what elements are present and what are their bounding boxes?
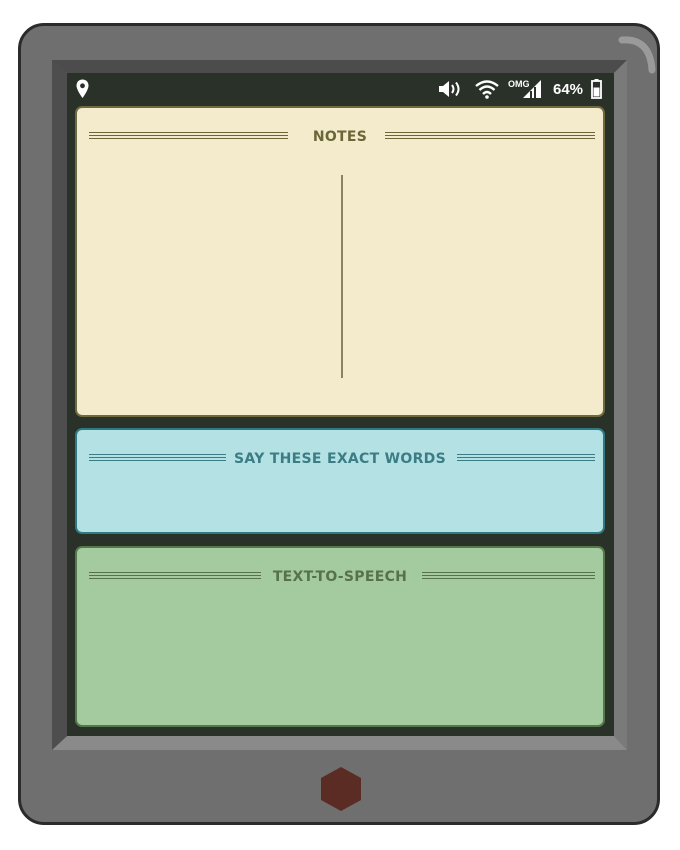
header-rule-right	[422, 572, 595, 579]
text-to-speech-panel[interactable]: TEXT-TO-SPEECH	[75, 546, 605, 727]
notes-panel[interactable]: NOTES	[75, 106, 605, 417]
header-rule-right	[385, 132, 595, 139]
header-rule-left	[89, 132, 288, 139]
home-button[interactable]	[319, 766, 363, 812]
status-bar: OMG 64%	[67, 73, 614, 105]
say-words-panel[interactable]: SAY THESE EXACT WORDS	[75, 428, 605, 534]
battery-icon	[591, 77, 602, 101]
say-words-header: SAY THESE EXACT WORDS	[77, 430, 603, 470]
notes-column-divider	[341, 175, 343, 378]
screen: OMG 64% NOTES SAY THESE EXACT WORDS TEXT…	[67, 73, 614, 736]
battery-percent: 64%	[553, 80, 584, 98]
wifi-icon[interactable]	[475, 77, 499, 101]
notes-title: NOTES	[312, 129, 368, 145]
location-pin-icon	[76, 77, 89, 101]
text-to-speech-header: TEXT-TO-SPEECH	[77, 548, 603, 588]
header-rule-left	[89, 572, 261, 579]
text-to-speech-title: TEXT-TO-SPEECH	[272, 569, 408, 585]
header-rule-left	[89, 454, 226, 461]
header-rule-right	[457, 454, 595, 461]
signal-icon	[522, 77, 542, 101]
say-words-title: SAY THESE EXACT WORDS	[234, 451, 446, 467]
volume-icon[interactable]	[438, 77, 464, 101]
notes-header: NOTES	[77, 108, 603, 148]
